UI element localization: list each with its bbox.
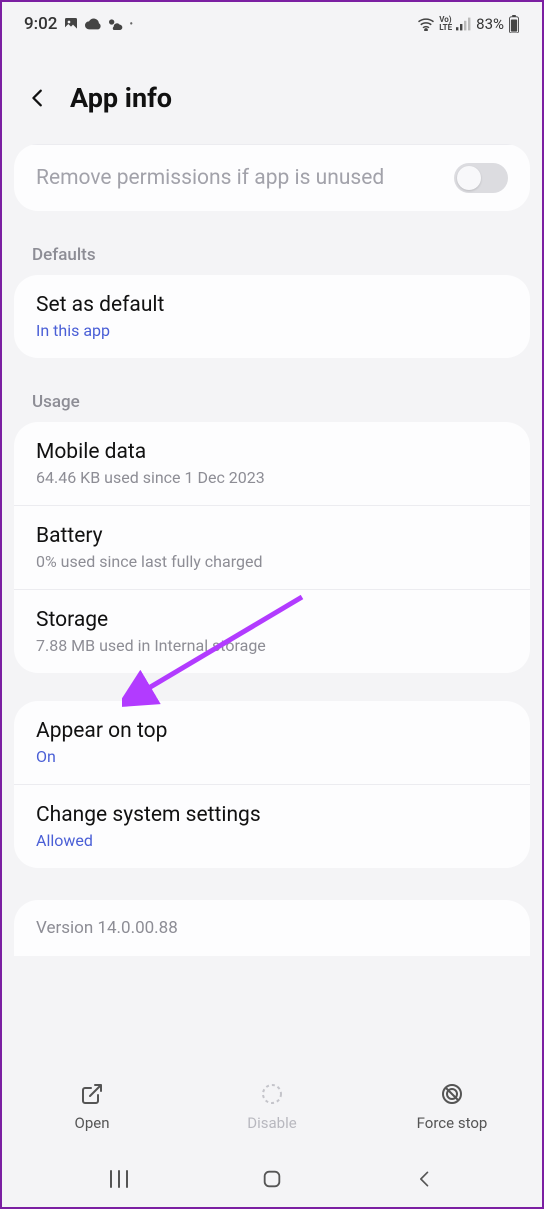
change-system-settings-title: Change system settings xyxy=(36,803,508,827)
battery-title: Battery xyxy=(36,524,508,548)
wifi-icon xyxy=(417,17,435,31)
defaults-card: Set as default In this app xyxy=(14,275,530,358)
home-button[interactable] xyxy=(257,1167,287,1191)
mobile-data-row[interactable]: Mobile data 64.46 KB used since 1 Dec 20… xyxy=(14,422,530,505)
status-time: 9:02 xyxy=(24,14,57,34)
status-bar: 9:02 • Vo)LTE 83% xyxy=(2,8,542,40)
appear-on-top-title: Appear on top xyxy=(36,719,508,743)
status-left: 9:02 • xyxy=(24,14,133,34)
dot-icon: • xyxy=(129,19,133,30)
version-text: Version 14.0.00.88 xyxy=(36,918,508,938)
remove-permissions-toggle[interactable] xyxy=(454,163,508,193)
gallery-icon xyxy=(63,16,79,32)
weather-icon xyxy=(107,17,123,31)
volte-icon: Vo)LTE xyxy=(439,16,452,32)
page-title: App info xyxy=(70,82,172,114)
bottom-actions: Open Disable Force stop xyxy=(2,1061,542,1151)
disable-button[interactable]: Disable xyxy=(182,1061,362,1151)
disable-icon xyxy=(258,1080,286,1108)
signal-icon xyxy=(456,17,472,31)
nav-back-button[interactable] xyxy=(410,1167,440,1191)
permissions-card: Remove permissions if app is unused xyxy=(14,144,530,211)
change-system-settings-sub: Allowed xyxy=(36,831,508,850)
battery-sub: 0% used since last fully charged xyxy=(36,552,508,571)
remove-permissions-row[interactable]: Remove permissions if app is unused xyxy=(14,144,530,211)
mobile-data-sub: 64.46 KB used since 1 Dec 2023 xyxy=(36,468,508,487)
mobile-data-title: Mobile data xyxy=(36,440,508,464)
battery-percent: 83% xyxy=(476,15,504,33)
appear-on-top-sub: On xyxy=(36,747,508,766)
back-button[interactable] xyxy=(24,84,52,112)
disable-label: Disable xyxy=(247,1114,296,1132)
usage-section-label: Usage xyxy=(2,372,542,422)
battery-icon xyxy=(508,15,520,33)
force-stop-button[interactable]: Force stop xyxy=(362,1061,542,1151)
open-label: Open xyxy=(75,1114,110,1132)
recents-button[interactable] xyxy=(104,1167,134,1191)
header: App info xyxy=(2,40,542,144)
android-nav-bar xyxy=(2,1151,542,1207)
set-as-default-row[interactable]: Set as default In this app xyxy=(14,275,530,358)
version-card: Version 14.0.00.88 xyxy=(14,900,530,956)
set-as-default-title: Set as default xyxy=(36,293,508,317)
force-stop-icon xyxy=(438,1080,466,1108)
status-right: Vo)LTE 83% xyxy=(417,15,520,33)
open-button[interactable]: Open xyxy=(2,1061,182,1151)
defaults-section-label: Defaults xyxy=(2,225,542,275)
change-system-settings-row[interactable]: Change system settings Allowed xyxy=(14,784,530,868)
storage-sub: 7.88 MB used in Internal storage xyxy=(36,636,508,655)
storage-row[interactable]: Storage 7.88 MB used in Internal storage xyxy=(14,589,530,673)
force-stop-label: Force stop xyxy=(417,1114,488,1132)
cloud-icon xyxy=(85,18,101,30)
battery-row[interactable]: Battery 0% used since last fully charged xyxy=(14,505,530,589)
open-icon xyxy=(78,1080,106,1108)
remove-permissions-label: Remove permissions if app is unused xyxy=(36,166,384,190)
set-as-default-sub: In this app xyxy=(36,321,508,340)
system-card: Appear on top On Change system settings … xyxy=(14,701,530,868)
storage-title: Storage xyxy=(36,608,508,632)
appear-on-top-row[interactable]: Appear on top On xyxy=(14,701,530,784)
usage-card: Mobile data 64.46 KB used since 1 Dec 20… xyxy=(14,422,530,673)
